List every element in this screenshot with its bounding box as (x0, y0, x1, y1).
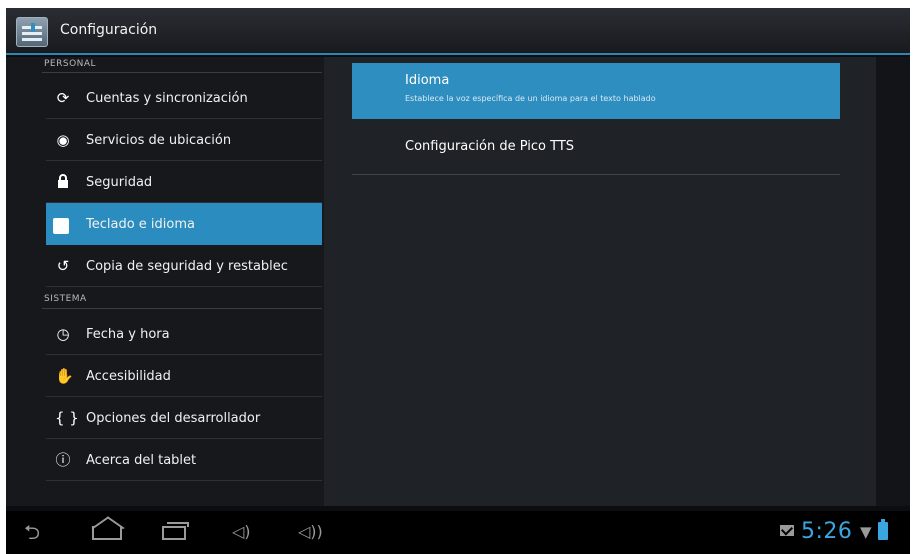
page-title: Configuración (60, 22, 158, 38)
volume-up-icon[interactable]: ◁)) (298, 521, 323, 543)
sidebar-item-location[interactable]: ◉ Servicios de ubicación (6, 119, 324, 161)
sync-icon: ⟳ (56, 89, 70, 107)
hand-icon: ✋ (55, 367, 74, 385)
sidebar-item-keyboard-language[interactable]: A Teclado e idioma (46, 203, 322, 245)
pico-tts-setting-item[interactable]: Configuración de Pico TTS (352, 125, 840, 175)
panel-edge (876, 57, 910, 506)
back-icon[interactable]: ⮌ (24, 521, 40, 543)
sidebar-item-security[interactable]: Seguridad (6, 161, 324, 203)
sidebar-item-label: Fecha y hora (86, 326, 170, 342)
system-navigation-bar: ⮌ ◁) ◁)) 5:26 ▼ (6, 511, 910, 554)
sidebar-item-label: Seguridad (86, 174, 153, 190)
wifi-icon: ▼ (860, 523, 872, 541)
keyboard-language-icon: A (53, 218, 69, 234)
volume-down-icon[interactable]: ◁) (232, 521, 251, 543)
tablet-screen: Configuración PERSONAL ⟳ Cuentas y sincr… (6, 8, 910, 554)
info-icon: ⓘ (55, 451, 71, 469)
lock-icon (55, 174, 71, 190)
sidebar-item-backup-restore[interactable]: ↺ Copia de seguridad y restablec (6, 245, 324, 287)
clock-icon: ◷ (56, 325, 70, 343)
sidebar-item-developer-options[interactable]: { } Opciones del desarrollador (6, 397, 324, 439)
setting-title: Idioma (405, 73, 450, 88)
mail-icon[interactable] (780, 525, 794, 536)
settings-categories-panel: PERSONAL ⟳ Cuentas y sincronización ◉ Se… (6, 57, 324, 506)
braces-icon: { } (55, 409, 79, 427)
action-bar: Configuración (6, 8, 910, 55)
section-header-personal: PERSONAL (6, 57, 324, 77)
location-icon: ◉ (56, 131, 70, 149)
sidebar-item-label: Accesibilidad (86, 368, 171, 384)
sidebar-item-label: Teclado e idioma (86, 216, 195, 232)
home-icon[interactable] (92, 526, 122, 540)
language-setting-item[interactable]: Idioma Establece la voz específica de un… (352, 63, 840, 119)
backup-restore-icon: ↺ (56, 257, 70, 275)
sidebar-item-accounts-sync[interactable]: ⟳ Cuentas y sincronización (6, 77, 324, 119)
settings-detail-panel: Idioma Establece la voz específica de un… (324, 57, 876, 506)
sidebar-item-label: Servicios de ubicación (86, 132, 232, 148)
sidebar-item-label: Acerca del tablet (86, 452, 197, 468)
section-header-system: SISTEMA (6, 287, 324, 313)
status-clock[interactable]: 5:26 (801, 519, 852, 544)
sidebar-item-label: Copia de seguridad y restablec (86, 258, 288, 274)
setting-title: Configuración de Pico TTS (405, 139, 575, 154)
sidebar-item-label: Cuentas y sincronización (86, 90, 248, 106)
sidebar-item-date-time[interactable]: ◷ Fecha y hora (6, 313, 324, 355)
setting-summary: Establece la voz específica de un idioma… (405, 94, 656, 103)
sidebar-item-about-tablet[interactable]: ⓘ Acerca del tablet (6, 439, 324, 481)
recent-apps-icon[interactable] (162, 522, 189, 540)
settings-icon[interactable] (16, 17, 48, 47)
sidebar-item-accessibility[interactable]: ✋ Accesibilidad (6, 355, 324, 397)
sidebar-item-label: Opciones del desarrollador (86, 410, 261, 426)
battery-icon (878, 519, 888, 540)
